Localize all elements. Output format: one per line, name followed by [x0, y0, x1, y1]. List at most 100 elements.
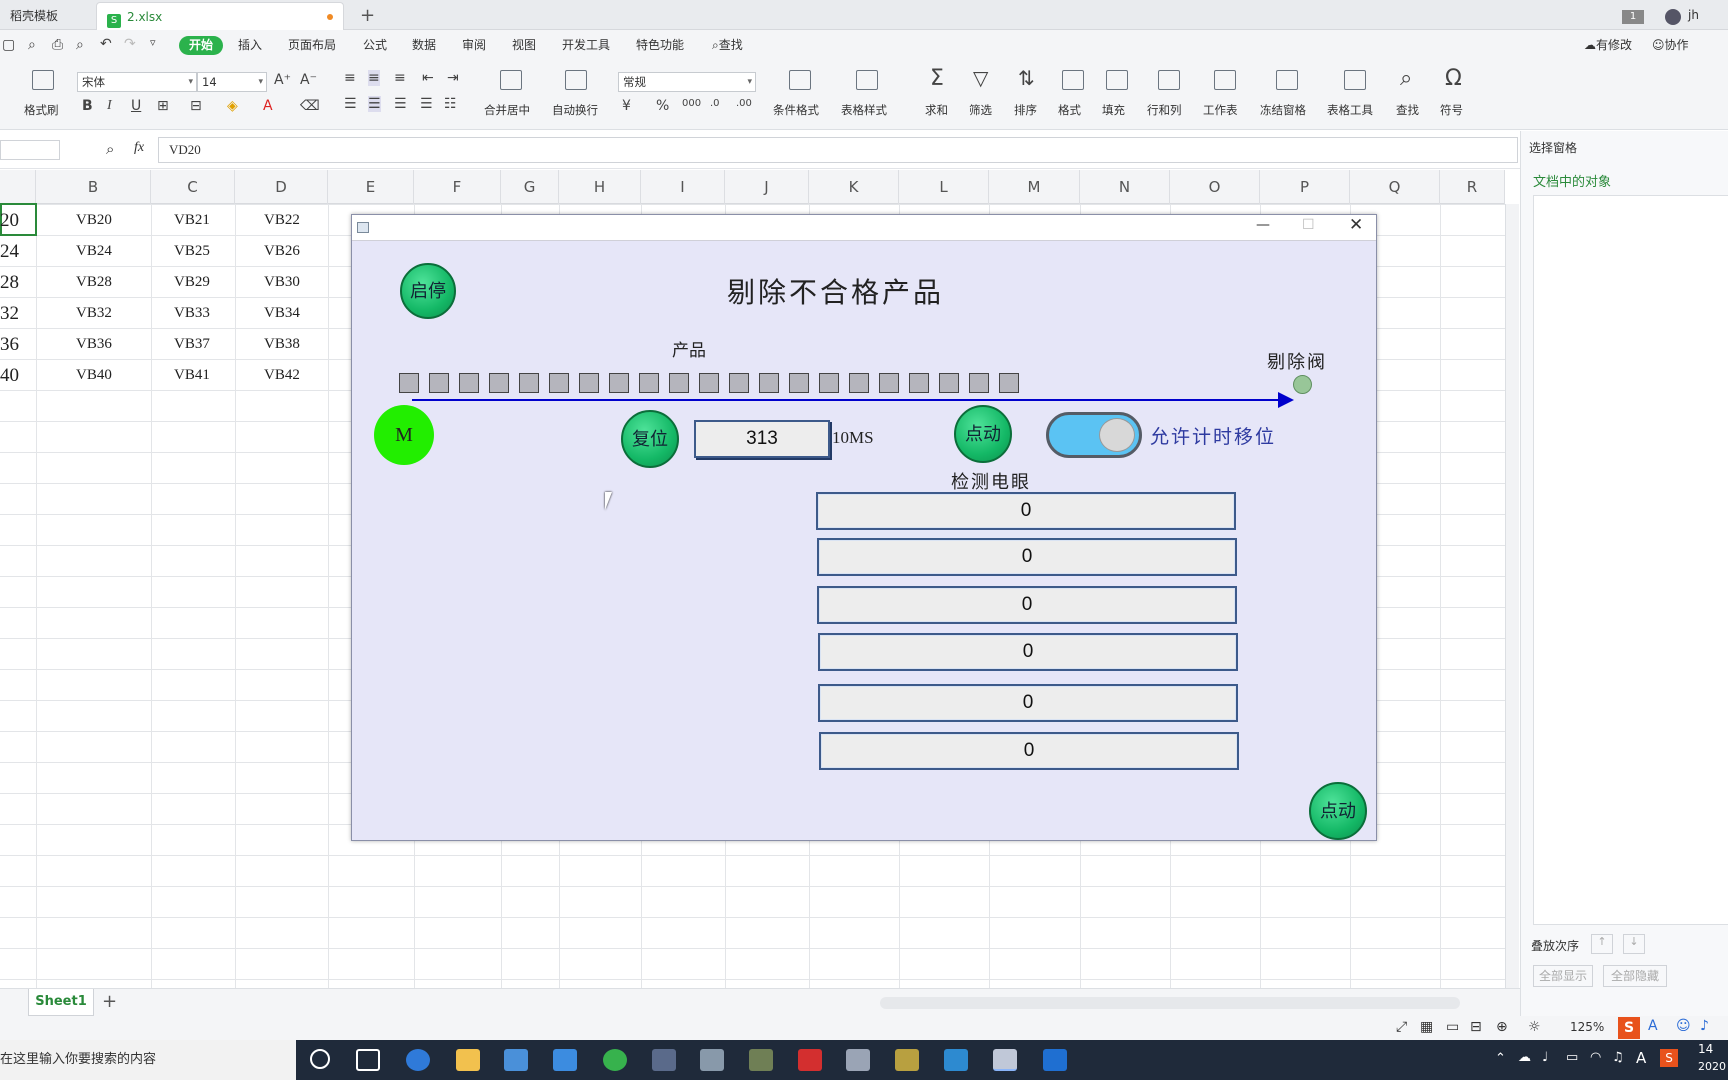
sensor-display[interactable]: 0	[818, 684, 1238, 722]
worksheet-icon[interactable]	[1214, 70, 1236, 90]
page-count-badge[interactable]: 1	[1622, 10, 1644, 24]
ime-logo-icon[interactable]: S	[1618, 1017, 1640, 1039]
border-icon[interactable]: ⊞	[157, 98, 169, 114]
add-sheet-icon[interactable]: +	[102, 991, 117, 1012]
clock-date[interactable]: 2020	[1698, 1060, 1726, 1073]
close-icon[interactable]: ✕	[1349, 215, 1363, 235]
cell-a4[interactable]: 32	[0, 303, 19, 325]
distribute-icon[interactable]: ☷	[444, 96, 457, 112]
cell-a5[interactable]: 36	[0, 334, 19, 356]
font-shrink-icon[interactable]: A⁻	[300, 72, 317, 88]
sensor-display[interactable]: 0	[819, 732, 1239, 770]
cell-b3[interactable]: VB28	[76, 274, 112, 291]
reset-button[interactable]: 复位	[621, 410, 679, 468]
sensor-display[interactable]: 0	[817, 586, 1237, 624]
column-header[interactable]: L	[899, 170, 989, 204]
maximize-icon[interactable]: ☐	[1302, 217, 1315, 233]
undo-icon[interactable]: ↶	[100, 36, 112, 52]
send-backward-icon[interactable]: ↓	[1623, 934, 1645, 954]
cell-c3[interactable]: VB29	[174, 274, 210, 291]
find-label[interactable]: 查找	[1396, 102, 1419, 118]
align-middle-icon[interactable]: ≡	[368, 70, 380, 86]
column-header[interactable]: J	[725, 170, 809, 204]
mail-icon[interactable]	[553, 1049, 577, 1071]
cell-d1[interactable]: VB22	[264, 212, 300, 229]
layout-icon[interactable]: ⊕	[1496, 1019, 1508, 1035]
wrap-text-icon[interactable]	[565, 70, 587, 90]
format-icon[interactable]	[1062, 70, 1084, 90]
column-header[interactable]: H	[559, 170, 641, 204]
decrease-decimal-icon[interactable]: .00	[736, 98, 752, 109]
font-size-select[interactable]: 14	[197, 72, 267, 92]
show-all-button[interactable]: 全部显示	[1533, 965, 1593, 987]
tray-expand-icon[interactable]: ⌃	[1495, 1051, 1506, 1066]
app-icon[interactable]	[652, 1049, 676, 1071]
input-mode-icon[interactable]: A	[1636, 1049, 1646, 1067]
collaborate-button[interactable]: ☺协作	[1652, 30, 1689, 60]
cell-a3[interactable]: 28	[0, 272, 19, 294]
row-column-label[interactable]: 行和列	[1147, 102, 1182, 118]
cell-c5[interactable]: VB37	[174, 336, 210, 353]
name-box[interactable]	[0, 140, 60, 160]
indent-increase-icon[interactable]: ⇥	[447, 70, 459, 86]
zoom-level[interactable]: 125%	[1570, 1020, 1604, 1034]
symbol-label[interactable]: 符号	[1440, 102, 1463, 118]
menu-developer[interactable]: 开发工具	[562, 30, 610, 60]
app-icon[interactable]	[846, 1049, 870, 1071]
fill-color-icon[interactable]: ◈	[227, 98, 238, 114]
cell-b2[interactable]: VB24	[76, 243, 112, 260]
cell-c4[interactable]: VB33	[174, 305, 210, 322]
app-icon[interactable]	[895, 1049, 919, 1071]
find-icon[interactable]: ⌕	[1400, 66, 1412, 91]
cell-c6[interactable]: VB41	[174, 367, 210, 384]
object-list[interactable]	[1533, 195, 1728, 925]
column-header[interactable]: Q	[1350, 170, 1440, 204]
table-tools-label[interactable]: 表格工具	[1327, 102, 1373, 118]
new-tab-icon[interactable]: +	[360, 2, 375, 30]
bring-forward-icon[interactable]: ↑	[1591, 934, 1613, 954]
column-header[interactable]: N	[1080, 170, 1170, 204]
tab-template[interactable]: 稻壳模板	[0, 2, 96, 30]
column-header[interactable]: O	[1170, 170, 1260, 204]
table-style-label[interactable]: 表格样式	[841, 102, 887, 118]
cell-c2[interactable]: VB25	[174, 243, 210, 260]
symbol-icon[interactable]: Ω	[1445, 66, 1462, 91]
cell-b4[interactable]: VB32	[76, 305, 112, 322]
ime-punct-icon[interactable]: ☺	[1676, 1018, 1691, 1034]
mic-icon[interactable]: ♩	[1542, 1050, 1548, 1065]
align-center-icon[interactable]: ☰	[368, 96, 381, 112]
column-header[interactable]: G	[501, 170, 559, 204]
worksheet-label[interactable]: 工作表	[1203, 102, 1238, 118]
video-icon[interactable]	[1043, 1049, 1067, 1071]
column-header[interactable]: R	[1440, 170, 1505, 204]
acrobat-icon[interactable]	[798, 1049, 822, 1071]
underline-icon[interactable]: U	[131, 98, 141, 114]
selection-pane-title[interactable]: 选择窗格	[1529, 139, 1577, 156]
currency-icon[interactable]: ¥	[622, 98, 631, 114]
align-left-icon[interactable]: ☰	[344, 96, 357, 112]
menu-data[interactable]: 数据	[412, 30, 436, 60]
format-painter-label[interactable]: 格式刷	[24, 102, 59, 118]
allow-shift-toggle[interactable]	[1046, 412, 1142, 458]
cell-c1[interactable]: VB21	[174, 212, 210, 229]
font-grow-icon[interactable]: A⁺	[274, 72, 291, 88]
column-header[interactable]: P	[1260, 170, 1350, 204]
ime-tray-icon[interactable]: S	[1660, 1049, 1678, 1067]
percent-icon[interactable]: %	[656, 98, 669, 114]
tab-workbook[interactable]: S 2.xlsx	[96, 2, 344, 30]
align-top-icon[interactable]: ≡	[344, 70, 356, 86]
align-right-icon[interactable]: ☰	[394, 96, 407, 112]
column-header[interactable]: C	[151, 170, 235, 204]
cortana-icon[interactable]	[310, 1049, 330, 1069]
font-color-icon[interactable]: A	[263, 98, 273, 114]
sort-icon[interactable]: ⇅	[1018, 66, 1035, 90]
menu-insert[interactable]: 插入	[238, 30, 262, 60]
jog-button[interactable]: 点动	[954, 405, 1012, 463]
undo-history-icon[interactable]: ⌕	[28, 37, 36, 53]
hmi-titlebar[interactable]: — ☐ ✕	[352, 215, 1376, 241]
column-header[interactable]: E	[328, 170, 414, 204]
menu-view[interactable]: 视图	[512, 30, 536, 60]
wifi-icon[interactable]: ◠	[1590, 1050, 1601, 1065]
app-icon[interactable]	[749, 1049, 773, 1071]
conditional-format-icon[interactable]	[789, 70, 811, 90]
